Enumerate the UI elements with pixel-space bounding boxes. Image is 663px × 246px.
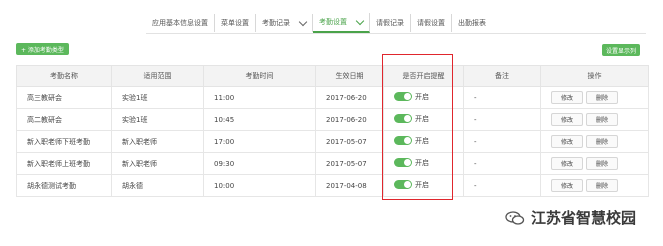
tab-label: 请假设置 xyxy=(417,19,445,27)
delete-button[interactable]: 删除 xyxy=(586,91,618,104)
table-row: 胡永德测试考勤 胡永德 10:00 2017-04-08 开启 - 修改 删除 xyxy=(16,174,649,197)
delete-button[interactable]: 删除 xyxy=(586,113,618,126)
table-row: 新入职老师上班考勤 新入职老师 09:30 2017-05-07 开启 - 修改… xyxy=(16,152,649,175)
edit-button[interactable]: 修改 xyxy=(551,157,583,170)
cell-actions: 修改 删除 xyxy=(540,152,649,175)
toggle-switch-icon xyxy=(394,158,412,168)
tab-label: 考勤记录 xyxy=(262,19,290,27)
cell-scope: 胡永德 xyxy=(111,174,204,197)
cell-date: 2017-06-20 xyxy=(315,108,384,131)
toggle-label: 开启 xyxy=(415,158,429,167)
column-header: 考勤名称 xyxy=(16,65,112,87)
reminder-toggle[interactable]: 开启 xyxy=(394,92,429,102)
table-header-row: 考勤名称 适用范围 考勤时间 生效日期 是否开启提醒 备注 操作 xyxy=(16,65,649,87)
nav-divider xyxy=(146,33,646,34)
cell-note: - xyxy=(463,174,541,197)
column-header: 是否开启提醒 xyxy=(383,65,464,87)
cell-scope: 实验1班 xyxy=(111,108,204,131)
cell-reminder: 开启 xyxy=(383,130,464,153)
tab-attendance-settings[interactable]: 考勤设置 xyxy=(313,13,370,33)
cell-actions: 修改 删除 xyxy=(540,130,649,153)
cell-note: - xyxy=(463,108,541,131)
wechat-icon xyxy=(505,210,525,225)
chevron-down-icon xyxy=(355,16,365,25)
cell-date: 2017-04-08 xyxy=(315,174,384,197)
tab-leave-settings[interactable]: 请假设置 xyxy=(411,14,452,32)
tab-attendance-records[interactable]: 考勤记录 xyxy=(256,14,313,32)
cell-reminder: 开启 xyxy=(383,152,464,175)
column-header: 生效日期 xyxy=(315,65,384,87)
edit-button[interactable]: 修改 xyxy=(551,135,583,148)
column-header: 适用范围 xyxy=(111,65,204,87)
cell-scope: 实验1班 xyxy=(111,86,204,109)
tab-label: 应用基本信息设置 xyxy=(152,19,208,27)
toggle-switch-icon xyxy=(394,136,412,146)
cell-name: 新入职老师下班考勤 xyxy=(16,130,112,153)
toggle-label: 开启 xyxy=(415,92,429,101)
cell-name: 高二教研会 xyxy=(16,108,112,131)
delete-button[interactable]: 删除 xyxy=(586,157,618,170)
table-row: 高三教研会 实验1班 11:00 2017-06-20 开启 - 修改 删除 xyxy=(16,86,649,109)
cell-time: 17:00 xyxy=(203,130,316,153)
toggle-label: 开启 xyxy=(415,136,429,145)
cell-note: - xyxy=(463,130,541,153)
cell-note: - xyxy=(463,152,541,175)
tab-menu-settings[interactable]: 菜单设置 xyxy=(215,14,256,32)
cell-date: 2017-06-20 xyxy=(315,86,384,109)
toggle-switch-icon xyxy=(394,114,412,124)
cell-note: - xyxy=(463,86,541,109)
cell-actions: 修改 删除 xyxy=(540,108,649,131)
set-columns-button[interactable]: 设置显示列 xyxy=(602,44,641,56)
cell-actions: 修改 删除 xyxy=(540,86,649,109)
cell-date: 2017-05-07 xyxy=(315,130,384,153)
column-header: 备注 xyxy=(463,65,541,87)
tab-app-settings[interactable]: 应用基本信息设置 xyxy=(146,14,215,32)
watermark: 江苏省智慧校园 xyxy=(505,207,636,228)
toggle-switch-icon xyxy=(394,92,412,102)
table-row: 高二教研会 实验1班 10:45 2017-06-20 开启 - 修改 删除 xyxy=(16,108,649,131)
cell-reminder: 开启 xyxy=(383,86,464,109)
tab-label: 出勤报表 xyxy=(458,19,486,27)
column-header: 考勤时间 xyxy=(203,65,316,87)
cell-date: 2017-05-07 xyxy=(315,152,384,175)
cell-time: 10:00 xyxy=(203,174,316,197)
cell-time: 09:30 xyxy=(203,152,316,175)
cell-reminder: 开启 xyxy=(383,108,464,131)
tab-leave-records[interactable]: 请假记录 xyxy=(370,14,411,32)
watermark-text: 江苏省智慧校园 xyxy=(531,209,637,227)
top-nav: 应用基本信息设置 菜单设置 考勤记录 考勤设置 请假记录 请假设置 出勤报表 xyxy=(146,13,492,33)
tab-label: 请假记录 xyxy=(376,19,404,27)
edit-button[interactable]: 修改 xyxy=(551,179,583,192)
toggle-label: 开启 xyxy=(415,114,429,123)
column-header: 操作 xyxy=(540,65,649,87)
add-attendance-type-button[interactable]: + 添加考勤类型 xyxy=(16,43,69,55)
cell-scope: 新入职老师 xyxy=(111,152,204,175)
toggle-switch-icon xyxy=(394,180,412,190)
edit-button[interactable]: 修改 xyxy=(551,113,583,126)
tab-label: 考勤设置 xyxy=(319,18,347,26)
table-row: 新入职老师下班考勤 新入职老师 17:00 2017-05-07 开启 - 修改… xyxy=(16,130,649,153)
reminder-toggle[interactable]: 开启 xyxy=(394,180,429,190)
tab-attendance-report[interactable]: 出勤报表 xyxy=(452,14,492,32)
chevron-down-icon xyxy=(298,17,308,26)
cell-time: 10:45 xyxy=(203,108,316,131)
cell-name: 高三教研会 xyxy=(16,86,112,109)
edit-button[interactable]: 修改 xyxy=(551,91,583,104)
toggle-label: 开启 xyxy=(415,180,429,189)
cell-scope: 新入职老师 xyxy=(111,130,204,153)
reminder-toggle[interactable]: 开启 xyxy=(394,158,429,168)
attendance-table: 考勤名称 适用范围 考勤时间 生效日期 是否开启提醒 备注 操作 高三教研会 实… xyxy=(16,65,649,197)
reminder-toggle[interactable]: 开启 xyxy=(394,114,429,124)
reminder-toggle[interactable]: 开启 xyxy=(394,136,429,146)
cell-name: 胡永德测试考勤 xyxy=(16,174,112,197)
cell-time: 11:00 xyxy=(203,86,316,109)
delete-button[interactable]: 删除 xyxy=(586,135,618,148)
tab-label: 菜单设置 xyxy=(221,19,249,27)
cell-name: 新入职老师上班考勤 xyxy=(16,152,112,175)
cell-actions: 修改 删除 xyxy=(540,174,649,197)
delete-button[interactable]: 删除 xyxy=(586,179,618,192)
cell-reminder: 开启 xyxy=(383,174,464,197)
